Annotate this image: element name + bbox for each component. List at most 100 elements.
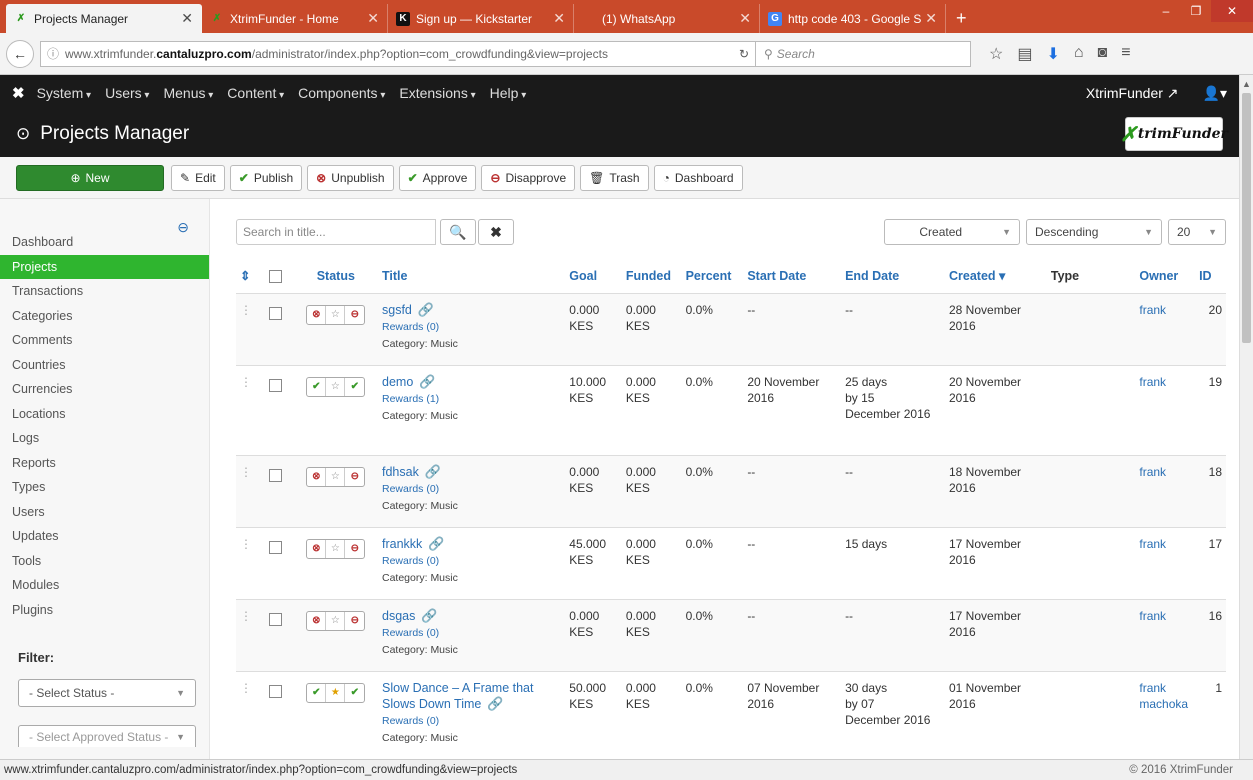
menu-components[interactable]: Components <box>298 85 385 101</box>
owner-link[interactable]: frank <box>1139 609 1166 623</box>
sidebar-item-currencies[interactable]: Currencies <box>0 377 209 402</box>
project-title-link[interactable]: fdhsak <box>382 465 419 479</box>
row-checkbox[interactable] <box>268 612 282 626</box>
rewards-link[interactable]: Rewards (1) <box>382 393 439 405</box>
browser-tab-0[interactable]: ✗ Projects Manager ✕ <box>6 4 202 33</box>
owner-header[interactable]: Owner <box>1135 259 1196 294</box>
drag-handle[interactable]: ⋮ <box>236 455 265 528</box>
new-button[interactable]: ⊕ New <box>16 164 164 191</box>
menu-help[interactable]: Help <box>490 85 527 101</box>
link-icon[interactable]: 🔗 <box>421 608 437 623</box>
status-header[interactable]: Status <box>293 259 378 294</box>
link-icon[interactable]: 🔗 <box>428 536 444 551</box>
featured-star-icon[interactable]: ☆ <box>326 539 346 558</box>
unpublished-icon[interactable]: ⊗ <box>307 611 327 630</box>
row-checkbox[interactable] <box>268 540 282 554</box>
sidebar-item-categories[interactable]: Categories <box>0 304 209 329</box>
sidebar-item-tools[interactable]: Tools <box>0 549 209 574</box>
new-tab-button[interactable]: + <box>946 4 977 33</box>
browser-tab-1[interactable]: ✗ XtrimFunder - Home ✕ <box>202 4 388 33</box>
title-search-input[interactable]: Search in title... <box>236 219 436 245</box>
goal-header[interactable]: Goal <box>565 259 622 294</box>
sidebar-item-locations[interactable]: Locations <box>0 402 209 427</box>
row-checkbox[interactable] <box>268 468 282 482</box>
link-icon[interactable]: 🔗 <box>419 374 435 389</box>
browser-tab-3[interactable]: (1) WhatsApp ✕ <box>574 4 760 33</box>
bookmark-star-icon[interactable]: ☆ <box>989 44 1003 64</box>
trash-button[interactable]: 🗑 Trash <box>580 164 649 191</box>
approved-check-icon[interactable]: ✔ <box>345 684 364 702</box>
sidebar-item-projects[interactable]: Projects <box>0 254 209 279</box>
approve-button[interactable]: ✔ Approve <box>398 164 477 191</box>
project-title-link[interactable]: Slow Dance – A Frame that Slows Down Tim… <box>382 681 533 711</box>
clear-search-button[interactable]: ✖ <box>478 219 514 245</box>
unpublished-icon[interactable]: ⊗ <box>307 305 327 324</box>
page-scrollbar[interactable]: ▲ <box>1239 75 1253 780</box>
browser-search-field[interactable]: ⚲ Search <box>756 40 971 67</box>
menu-content[interactable]: Content <box>227 85 284 101</box>
publish-button[interactable]: ✔ Publish <box>229 164 303 191</box>
drag-handle[interactable]: ⋮ <box>236 599 265 672</box>
sidebar-item-types[interactable]: Types <box>0 475 209 500</box>
drag-handle[interactable]: ⋮ <box>236 671 265 762</box>
project-title-link[interactable]: dsgas <box>382 609 415 623</box>
pocket-icon[interactable]: ◙ <box>1098 44 1108 64</box>
disapproved-icon[interactable]: ⊖ <box>345 306 364 324</box>
owner-link[interactable]: frank <box>1139 465 1166 479</box>
close-window-icon[interactable]: ✕ <box>1211 0 1253 22</box>
rewards-link[interactable]: Rewards (0) <box>382 555 439 567</box>
project-title-link[interactable]: demo <box>382 375 413 389</box>
disapproved-icon[interactable]: ⊖ <box>345 612 364 630</box>
sidebar-item-modules[interactable]: Modules <box>0 573 209 598</box>
dashboard-button[interactable]: ◔ Dashboard <box>653 164 743 191</box>
browser-tab-4[interactable]: Ghttp code 403 - Google Se...✕ <box>760 4 946 33</box>
owner-link[interactable]: frank machoka <box>1139 681 1188 711</box>
joomla-logo-icon[interactable]: ✖ <box>12 84 25 102</box>
site-link[interactable]: XtrimFunder ↗ <box>1086 85 1179 102</box>
menu-system[interactable]: System <box>37 85 92 101</box>
published-check-icon[interactable]: ✔ <box>307 683 327 702</box>
disapproved-icon[interactable]: ⊖ <box>345 468 364 486</box>
sidebar-item-countries[interactable]: Countries <box>0 353 209 378</box>
user-menu-icon[interactable]: 👤▾ <box>1203 85 1227 102</box>
scrollbar-thumb[interactable] <box>1242 93 1251 343</box>
sort-field-select[interactable]: Created ▼ <box>884 219 1020 245</box>
featured-star-icon[interactable]: ☆ <box>326 467 346 486</box>
collapse-sidebar-icon[interactable]: ⊖ <box>177 219 189 236</box>
menu-users[interactable]: Users <box>105 85 149 101</box>
sidebar-item-comments[interactable]: Comments <box>0 328 209 353</box>
select-all-checkbox[interactable] <box>268 270 282 284</box>
maximize-icon[interactable]: ❐ <box>1181 0 1211 22</box>
browser-tab-2[interactable]: K Sign up — Kickstarter ✕ <box>388 4 574 33</box>
sidebar-item-reports[interactable]: Reports <box>0 451 209 476</box>
featured-star-icon[interactable]: ★ <box>326 683 346 702</box>
owner-link[interactable]: frank <box>1139 303 1166 317</box>
close-tab-icon[interactable]: ✕ <box>181 10 193 27</box>
drag-handle[interactable]: ⋮ <box>236 527 265 600</box>
drag-handle[interactable]: ⋮ <box>236 293 265 366</box>
search-button[interactable]: 🔍 <box>440 219 476 245</box>
unpublished-icon[interactable]: ⊗ <box>307 467 327 486</box>
rewards-link[interactable]: Rewards (0) <box>382 483 439 495</box>
download-icon[interactable]: ⬇ <box>1046 44 1059 64</box>
sidebar-item-plugins[interactable]: Plugins <box>0 598 209 623</box>
link-icon[interactable]: 🔗 <box>487 696 503 711</box>
created-header[interactable]: Created ▾ <box>945 259 1047 294</box>
reload-icon[interactable]: ↻ <box>739 47 749 61</box>
featured-star-icon[interactable]: ☆ <box>326 305 346 324</box>
unpublish-button[interactable]: ⊗ Unpublish <box>307 164 394 191</box>
reading-list-icon[interactable]: ▤ <box>1017 44 1032 64</box>
end-date-header[interactable]: End Date <box>841 259 945 294</box>
id-header[interactable]: ID <box>1195 259 1226 294</box>
row-checkbox[interactable] <box>268 684 282 698</box>
row-checkbox[interactable] <box>268 306 282 320</box>
link-icon[interactable]: 🔗 <box>425 464 441 479</box>
menu-menus[interactable]: Menus <box>163 85 213 101</box>
rewards-link[interactable]: Rewards (0) <box>382 715 439 727</box>
status-filter-select[interactable]: - Select Status - ▼ <box>18 679 196 707</box>
published-check-icon[interactable]: ✔ <box>307 377 327 396</box>
owner-link[interactable]: frank <box>1139 537 1166 551</box>
project-title-link[interactable]: sgsfd <box>382 303 412 317</box>
project-title-link[interactable]: frankkk <box>382 537 422 551</box>
disapproved-icon[interactable]: ⊖ <box>345 540 364 558</box>
